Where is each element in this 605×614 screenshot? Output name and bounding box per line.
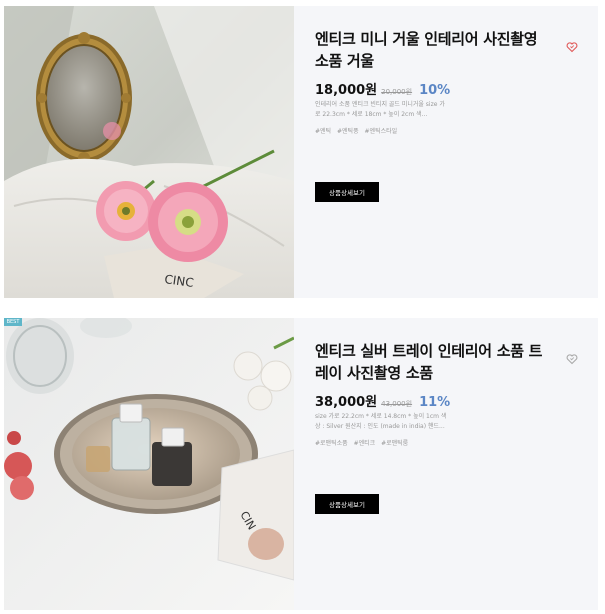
discount-rate: 11% — [419, 395, 451, 410]
product-image[interactable]: CIN BEST — [4, 318, 294, 610]
original-price: 43,000원 — [381, 400, 413, 408]
sale-price: 38,000원 — [315, 395, 378, 410]
product-info: 엔티크 미니 거울 인테리어 사진촬영 소품 거울 18,000원 20,000… — [294, 6, 598, 298]
tag[interactable]: #엔틱풍 — [337, 128, 359, 135]
tag[interactable]: #엔티크 — [354, 440, 376, 447]
sale-price: 18,000원 — [315, 83, 378, 98]
tray-photo: CIN — [4, 318, 294, 610]
discount-rate: 10% — [419, 83, 451, 98]
product-card[interactable]: CIN BEST 엔티크 실버 트레이 인테리어 소품 트레이 사진촬영 소품 … — [4, 318, 598, 610]
mirror-photo: CINC — [4, 6, 294, 298]
wishlist-heart-icon[interactable] — [566, 350, 578, 365]
product-description: size 가로 22.2cm * 세로 14.8cm * 높이 1cm 색상 :… — [315, 413, 447, 430]
wishlist-heart-icon[interactable] — [566, 38, 578, 53]
tag[interactable]: #엔틱 — [315, 128, 331, 135]
tag[interactable]: #로맨틱룸 — [381, 440, 408, 447]
product-description: 인테리어 소품 엔티크 빈티지 골드 미니거울 size 가로 22.3cm *… — [315, 101, 445, 118]
product-title[interactable]: 엔티크 실버 트레이 인테리어 소품 트레이 사진촬영 소품 — [315, 340, 545, 384]
price-row: 18,000원 20,000원 10% — [315, 79, 450, 98]
price-row: 38,000원 43,000원 11% — [315, 391, 450, 410]
product-tags: #로맨틱소품 #엔티크 #로맨틱룸 — [315, 438, 412, 447]
tag[interactable]: #엔틱스타일 — [365, 128, 398, 135]
product-tags: #엔틱 #엔틱풍 #엔틱스타일 — [315, 126, 401, 135]
product-image[interactable]: CINC — [4, 6, 294, 298]
product-info: 엔티크 실버 트레이 인테리어 소품 트레이 사진촬영 소품 38,000원 4… — [294, 318, 598, 610]
tag[interactable]: #로맨틱소품 — [315, 440, 348, 447]
product-title[interactable]: 엔티크 미니 거울 인테리어 사진촬영 소품 거울 — [315, 28, 545, 72]
best-badge: BEST — [4, 318, 22, 326]
detail-button[interactable]: 상품상세보기 — [315, 182, 379, 202]
original-price: 20,000원 — [381, 88, 413, 96]
detail-button[interactable]: 상품상세보기 — [315, 494, 379, 514]
product-card[interactable]: CINC 엔티크 미니 거울 인테리어 사진촬영 소품 거울 18,000원 2… — [4, 6, 598, 298]
